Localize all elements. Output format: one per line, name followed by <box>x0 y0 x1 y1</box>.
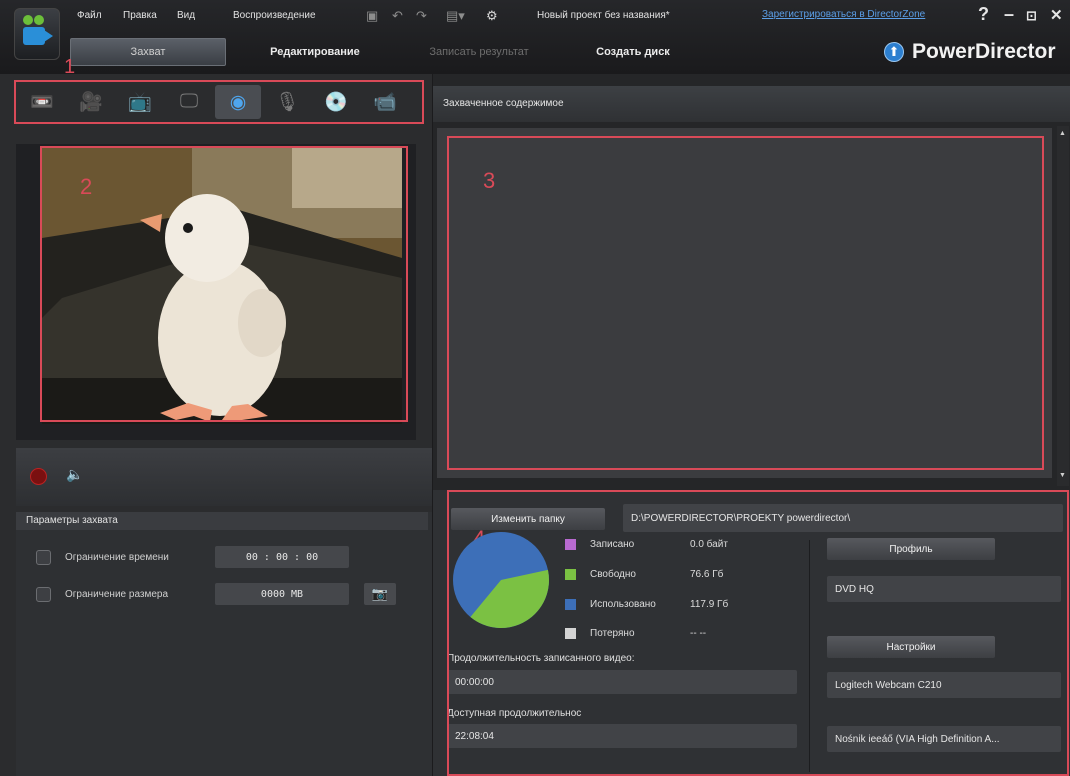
volume-icon[interactable]: 🔈 <box>66 466 83 483</box>
settings-button[interactable]: Настройки <box>827 636 995 658</box>
captured-content-title: Захваченное содержимое <box>433 86 1070 122</box>
legend-value: 117.9 Гб <box>690 599 729 610</box>
time-limit-label: Ограничение времени <box>65 551 169 563</box>
video-device-field[interactable]: Logitech Webcam C210 <box>827 672 1061 698</box>
tv-icon[interactable]: 📺 <box>117 85 163 119</box>
legend-used: Использовано 117.9 Гб <box>565 599 750 610</box>
captured-content-pane: Захваченное содержимое 3 ▲ ▼ Изменить па… <box>433 74 1070 776</box>
close-button[interactable]: ✕ <box>1050 6 1063 24</box>
menu-file[interactable]: Файл <box>77 10 102 21</box>
snapshot-button[interactable]: 📷 <box>364 583 396 605</box>
free-swatch <box>565 569 576 580</box>
legend-label: Потеряно <box>590 628 635 639</box>
recorded-duration-field: 00:00:00 <box>447 670 797 694</box>
highlight-box-3 <box>447 136 1044 470</box>
available-duration-field: 22:08:04 <box>447 724 797 748</box>
help-button[interactable]: ? <box>978 4 989 25</box>
time-limit-row: Ограничение времени 00 : 00 : 00 <box>36 546 349 568</box>
legend-value: 0.0 байт <box>690 539 728 550</box>
time-limit-checkbox[interactable] <box>36 549 51 565</box>
time-limit-input[interactable]: 00 : 00 : 00 <box>215 546 349 568</box>
size-limit-input[interactable]: 0000 MB <box>215 583 349 605</box>
capture-params-panel: Параметры захвата Ограничение времени 00… <box>16 512 432 776</box>
capture-source-toolbar: 📼 🎥 📺 🖵 ◉ 🎙 💿 📹 <box>16 82 426 122</box>
redo-icon[interactable]: ↷ <box>416 8 427 24</box>
recorded-duration-label: Продолжительность записанного видео: <box>447 653 635 664</box>
panel-divider <box>809 540 810 772</box>
scroll-up-icon[interactable]: ▲ <box>1059 130 1066 137</box>
legend-lost: Потеряно -- -- <box>565 628 750 639</box>
size-limit-row: Ограничение размера 0000 MB <box>36 583 349 605</box>
record-button[interactable] <box>30 468 47 485</box>
available-duration-label: Доступная продолжительнос <box>447 708 582 719</box>
annotation-2: 2 <box>80 174 93 199</box>
capture-params-title: Параметры захвата <box>16 512 428 530</box>
upgrade-arrow-icon[interactable]: ⬆ <box>884 42 904 62</box>
profile-button[interactable]: Профиль <box>827 538 995 560</box>
microphone-icon[interactable]: 🎙 <box>264 85 310 119</box>
scroll-down-icon[interactable]: ▼ <box>1059 472 1066 479</box>
legend-label: Использовано <box>590 599 656 610</box>
menu-playback[interactable]: Воспроизведение <box>233 10 316 21</box>
disk-usage-pie <box>453 532 549 628</box>
cd-icon[interactable]: 💿 <box>313 85 359 119</box>
screen-capture-icon[interactable]: 📹 <box>362 85 408 119</box>
register-directorzone-link[interactable]: Зарегистрироваться в DirectorZone <box>762 9 925 20</box>
used-swatch <box>565 599 576 610</box>
preview-frame: 2 <box>16 144 416 440</box>
restore-button[interactable]: ⊡ <box>1026 8 1037 24</box>
legend-free: Свободно 76.6 Гб <box>565 569 750 580</box>
tab-create-disc[interactable]: Создать диск <box>578 38 688 66</box>
layout-icon[interactable]: ▤▾ <box>446 8 465 24</box>
tab-capture[interactable]: Захват <box>70 38 226 66</box>
hdv-camcorder-icon[interactable]: 🎥 <box>68 85 114 119</box>
camera-icon: 📷 <box>371 586 389 601</box>
digital-tv-icon[interactable]: 🖵 <box>166 85 212 119</box>
project-title: Новый проект без названия* <box>537 10 670 21</box>
minimize-button[interactable]: – <box>1004 4 1014 25</box>
playback-controls: 🔈 <box>16 448 432 506</box>
app-logo <box>14 8 60 60</box>
legend-value: -- -- <box>690 628 707 639</box>
capture-pane: 📼 🎥 📺 🖵 ◉ 🎙 💿 📹 2 🔈 Параметры захвата Ог… <box>0 74 432 776</box>
tab-burn-result[interactable]: Записать результат <box>404 38 554 66</box>
brand-name: PowerDirector <box>912 40 1056 63</box>
gear-icon[interactable]: ⚙ <box>486 8 498 24</box>
folder-path-field[interactable]: D:\POWERDIRECTOR\PROEKTY powerdirector\ <box>623 504 1063 532</box>
captured-scrollbar[interactable]: ▲ ▼ <box>1057 126 1069 486</box>
size-limit-checkbox[interactable] <box>36 586 51 602</box>
undo-icon[interactable]: ↶ <box>392 8 403 24</box>
menu-view[interactable]: Вид <box>177 10 195 21</box>
profile-value[interactable]: DVD HQ <box>827 576 1061 602</box>
brand: ⬆ PowerDirector <box>884 40 1056 64</box>
legend-recorded: Записано 0.0 байт <box>565 539 750 550</box>
webcam-icon[interactable]: ◉ <box>215 85 261 119</box>
save-icon[interactable]: ▣ <box>366 8 378 24</box>
title-bar: Файл Правка Вид Воспроизведение ▣ ↶ ↷ ▤▾… <box>0 0 1070 74</box>
recorded-swatch <box>565 539 576 550</box>
tab-edit[interactable]: Редактирование <box>250 38 380 66</box>
annotation-3: 3 <box>483 168 496 193</box>
legend-label: Записано <box>590 539 635 550</box>
menu-edit[interactable]: Правка <box>123 10 157 21</box>
highlight-box-2 <box>40 146 408 422</box>
legend-value: 76.6 Гб <box>690 569 724 580</box>
audio-device-field[interactable]: Nośnik ieeáő (VIA High Definition A... <box>827 726 1061 752</box>
dv-camcorder-icon[interactable]: 📼 <box>19 85 65 119</box>
storage-info-panel: Изменить папку D:\POWERDIRECTOR\PROEKTY … <box>433 490 1070 776</box>
legend-label: Свободно <box>590 569 636 580</box>
size-limit-label: Ограничение размера <box>65 588 169 600</box>
lost-swatch <box>565 628 576 639</box>
